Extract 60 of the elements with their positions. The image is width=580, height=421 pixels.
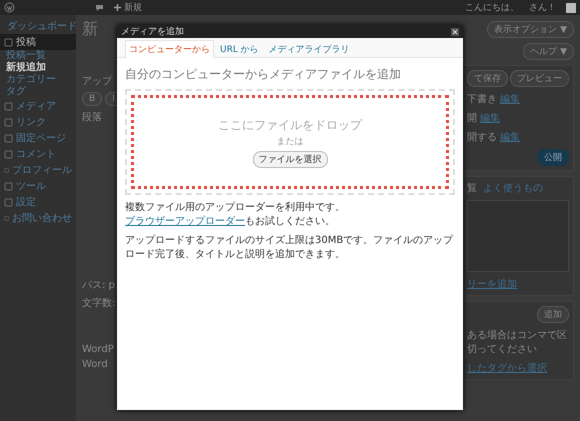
logo-icon[interactable] [4,2,15,13]
preview-button[interactable]: プレビュー [510,70,569,87]
sidebar-item[interactable]: プロフィール [0,162,76,178]
choose-tags-link[interactable]: したタグから選択 [467,361,569,375]
status-label: 開 [467,112,477,125]
user-name[interactable]: さん！ [529,1,556,14]
submenu-item[interactable]: タグ [0,86,76,98]
dialog-title: メディアを追加 [121,26,184,38]
sidebar-item[interactable]: ダッシュボード [0,18,76,34]
status-label: 下書き [467,92,497,106]
sidebar-item[interactable]: コメント [0,146,76,162]
edit-link[interactable]: 編集 [500,130,520,144]
help-button[interactable]: ヘルプ ▼ [523,43,574,60]
dialog-tab[interactable]: URL から [216,40,263,58]
box-text: Word [82,359,108,370]
box-title: WordP [82,344,114,355]
uploader-note: 複数ファイル用のアップローダーを利用中です。 ブラウザーアップローダーもお試しください。 [125,201,346,228]
dialog-tab[interactable]: コンピューターから [125,40,214,58]
new-menu[interactable]: 新規 [124,1,142,14]
screen-options-button[interactable]: 表示オプション ▼ [487,21,574,38]
add-tag-button[interactable]: 追加 [537,306,569,323]
word-count: 文字数: [82,296,116,310]
sidebar-item[interactable]: リンク [0,114,76,130]
or-text: または [276,136,304,148]
format-select[interactable]: 段落 [82,110,102,124]
drop-text: ここにファイルをドロップ [218,116,362,134]
sidebar-item[interactable]: 固定ページ [0,130,76,146]
category-tab[interactable]: 覧 [467,181,477,195]
edit-link[interactable]: 編集 [500,92,520,106]
submenu-item[interactable]: 新規追加 [0,62,76,74]
path-label: パス: p [82,279,115,292]
avatar-icon[interactable] [566,2,576,12]
sidebar-item[interactable]: ツール [0,178,76,194]
sidebar-item[interactable]: 投稿 [0,34,76,50]
plus-icon[interactable] [114,4,121,11]
menu-icon [4,38,13,46]
size-limit-note: アップロードするファイルのサイズ上限は30MBです。ファイルのアップロード完了後、タイトルと説明を追加できます。 [125,234,454,261]
category-tab[interactable]: よく使うもの [483,181,543,195]
status-label: 開する [467,131,497,144]
save-button[interactable]: て保存 [467,70,508,87]
sidebar-item[interactable]: 設定 [0,194,76,210]
select-file-button[interactable]: ファイルを選択 [252,150,328,168]
tag-hint: ある場合はコンマで区切ってください [467,329,568,356]
add-category-link[interactable]: リーを追加 [467,277,569,291]
browser-uploader-link[interactable]: ブラウザーアップローダー [125,216,245,226]
dialog-heading: 自分のコンピューターからメディアファイルを追加 [125,66,402,83]
close-icon[interactable] [451,28,459,36]
upload-label: アップ [82,74,112,88]
drop-zone[interactable]: ここにファイルをドロップ または ファイルを選択 [131,95,449,189]
publish-button[interactable]: 公開 [537,149,569,166]
sidebar-item[interactable]: メディア [0,98,76,114]
dialog-tab[interactable]: メディアライブラリ [264,40,354,58]
format-button[interactable]: B [82,92,102,106]
sidebar-item[interactable]: お問い合わせ [0,210,76,226]
submenu-item[interactable]: 投稿一覧 [0,50,76,62]
submenu-item[interactable]: カテゴリー [0,74,76,86]
page-title: 新 [82,19,98,40]
greeting: こんにちは、 [465,2,519,14]
comment-icon[interactable] [95,4,104,12]
edit-link[interactable]: 編集 [480,111,500,125]
